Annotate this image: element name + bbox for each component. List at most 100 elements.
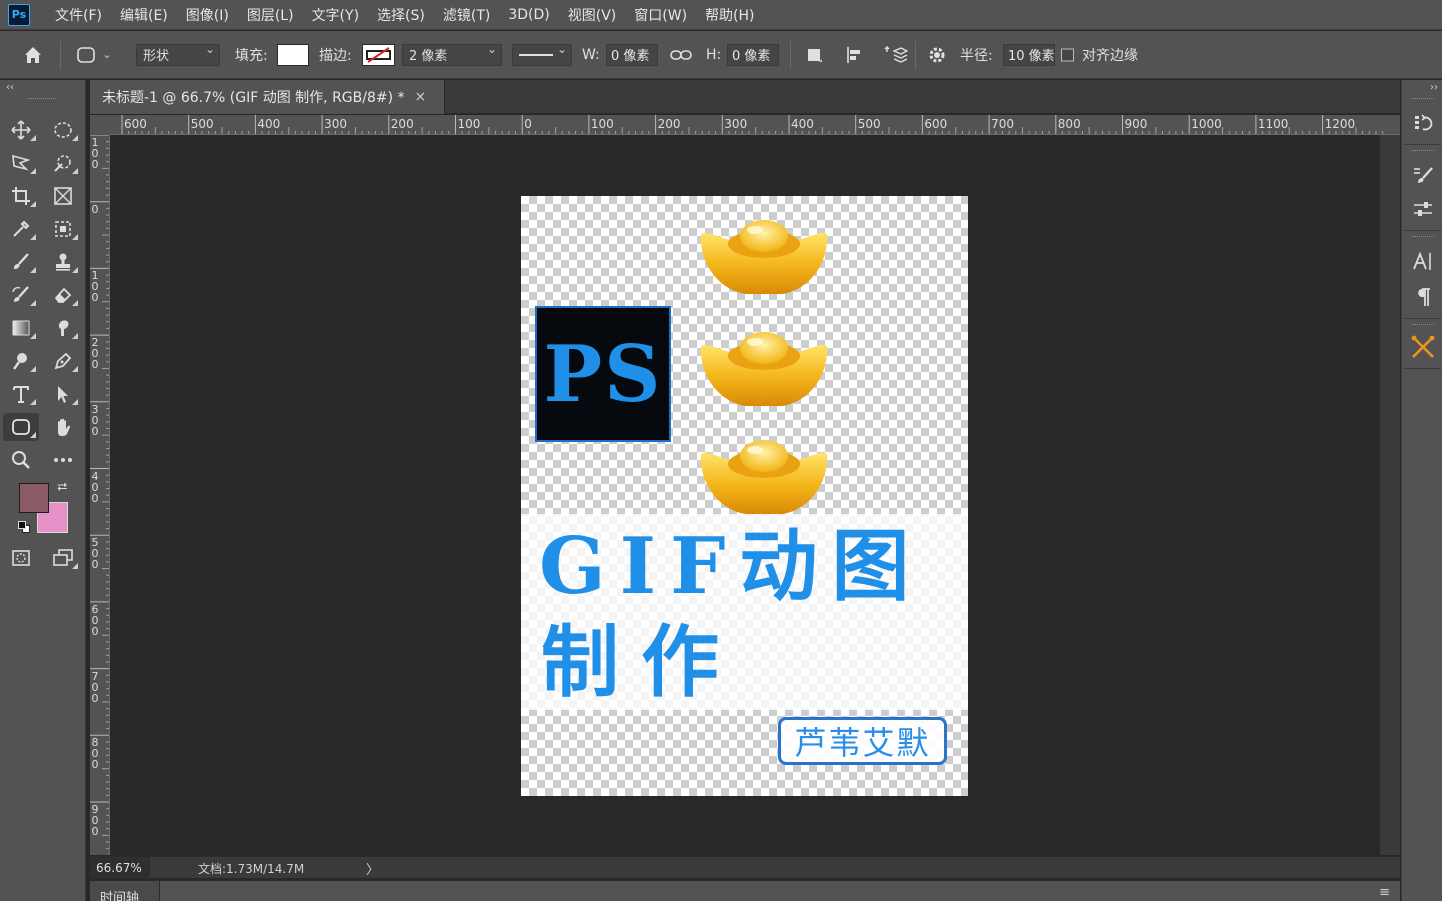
foreground-color-swatch[interactable] <box>19 483 49 513</box>
menu-help[interactable]: 帮助(H) <box>696 5 763 25</box>
ruler-label: 400 <box>91 469 99 505</box>
path-operations-icon[interactable] <box>802 43 826 67</box>
swap-colors-icon[interactable]: ⮂ <box>57 480 67 495</box>
line-style-icon <box>519 53 553 56</box>
eyedropper-icon[interactable] <box>3 215 39 243</box>
stroke-type-select[interactable] <box>512 42 572 66</box>
expand-panels-icon[interactable]: ›› <box>1430 82 1438 93</box>
panel-grip[interactable] <box>1412 236 1434 238</box>
hand-icon[interactable] <box>45 413 81 441</box>
character-panel-icon[interactable] <box>1410 248 1436 274</box>
panel-grip[interactable] <box>1412 150 1434 152</box>
panel-grip[interactable] <box>28 98 56 100</box>
panel-grip[interactable] <box>1412 98 1434 100</box>
timeline-tab[interactable]: 时间轴 <box>90 881 160 901</box>
pen-icon[interactable] <box>45 347 81 375</box>
clone-stamp-icon[interactable] <box>45 248 81 276</box>
zoom-icon[interactable] <box>3 446 39 474</box>
radius-input[interactable]: 10 像素 <box>1003 43 1055 66</box>
align-edges-checkbox[interactable] <box>1061 48 1074 61</box>
crop-icon[interactable] <box>3 182 39 210</box>
ps-logo-text: PS <box>543 328 663 420</box>
tool-presets-icon[interactable] <box>1410 334 1436 360</box>
collapse-panel-icon[interactable]: ‹‹ <box>6 82 14 93</box>
height-input[interactable]: 0 像素 <box>727 43 779 66</box>
history-panel-icon[interactable] <box>1410 110 1436 136</box>
menu-select[interactable]: 选择(S) <box>368 5 434 25</box>
menu-image[interactable]: 图像(I) <box>177 5 238 25</box>
gear-icon[interactable] <box>924 43 950 67</box>
quick-selection-icon[interactable] <box>45 149 81 177</box>
path-arrangement-icon[interactable] <box>882 43 910 67</box>
brush-icon[interactable] <box>3 248 39 276</box>
tool-preset-picker[interactable]: ⌄ <box>72 43 116 67</box>
adjustments-icon[interactable] <box>1410 196 1436 222</box>
ruler-origin[interactable] <box>90 115 110 135</box>
path-selection-icon[interactable] <box>45 380 81 408</box>
ruler-label: 1000 <box>1191 117 1222 131</box>
ruler-label: 800 <box>1057 117 1081 131</box>
vertical-scrollbar[interactable] <box>1380 135 1400 855</box>
more-tools-icon[interactable] <box>45 446 81 474</box>
ruler-label: 0 <box>524 117 532 131</box>
stroke-swatch[interactable] <box>362 43 395 66</box>
status-bar: 66.67% 文档:1.73M/14.7M 〉 <box>90 856 1400 879</box>
separator <box>1404 318 1441 319</box>
smudge-icon[interactable] <box>45 314 81 342</box>
path-alignment-icon[interactable] <box>842 43 868 67</box>
ps-logo-box: PS <box>535 306 671 442</box>
eraser-icon[interactable] <box>45 281 81 309</box>
panel-menu-icon[interactable]: ≡ <box>1379 885 1390 900</box>
rounded-rectangle-tool-icon[interactable] <box>3 413 39 441</box>
menu-edit[interactable]: 编辑(E) <box>111 5 177 25</box>
document-canvas[interactable]: PS GIF动图 制作 芦苇艾默 <box>521 196 968 796</box>
menu-file[interactable]: 文件(F) <box>46 5 111 25</box>
ruler-label: 200 <box>91 336 99 372</box>
ruler-label: 100 <box>457 117 481 131</box>
fill-swatch[interactable] <box>277 43 309 66</box>
quick-mask-icon[interactable] <box>3 544 39 572</box>
ruler-label: 600 <box>124 117 147 131</box>
history-brush-icon[interactable] <box>3 281 39 309</box>
menu-3d[interactable]: 3D(D) <box>499 7 558 23</box>
shape-mode-select[interactable]: 形状 <box>136 42 220 66</box>
width-input[interactable]: 0 像素 <box>606 43 658 66</box>
zoom-level[interactable]: 66.67% <box>90 857 150 879</box>
default-colors-icon[interactable] <box>18 521 30 533</box>
close-icon[interactable]: × <box>415 89 427 105</box>
document-tab[interactable]: 未标题-1 @ 66.7% (GIF 动图 制作, RGB/8#) * × <box>90 80 445 114</box>
frame-tool-icon[interactable] <box>45 182 81 210</box>
screen-mode-icon[interactable] <box>45 544 81 572</box>
ruler-label: 200 <box>657 117 681 131</box>
options-bar: ⌄ 形状 填充: 描边: 2 像素 W: 0 像素 H: 0 像素 半径: 10… <box>0 31 1442 79</box>
ruler-label: 900 <box>91 803 99 838</box>
status-menu-arrow[interactable]: 〉 <box>366 859 379 878</box>
vertical-ruler: 100 0 100 200 300 400 500 600 700 800 900 <box>90 135 110 855</box>
title-line-2: 制作 <box>541 617 742 708</box>
menu-filter[interactable]: 滤镜(T) <box>434 5 499 25</box>
stroke-width-select[interactable]: 2 像素 <box>402 42 502 66</box>
object-selection-icon[interactable] <box>45 215 81 243</box>
stroke-width-value: 2 像素 <box>409 49 448 64</box>
ruler-label: 500 <box>857 117 881 131</box>
separator <box>1404 368 1441 369</box>
menu-type[interactable]: 文字(Y) <box>303 5 368 25</box>
ruler-label: 800 <box>91 736 99 772</box>
move-tool-icon[interactable] <box>3 116 39 144</box>
menu-layer[interactable]: 图层(L) <box>238 5 303 25</box>
timeline-panel: 时间轴 ≡ <box>90 880 1400 901</box>
type-tool-icon[interactable] <box>3 380 39 408</box>
ruler-label: 500 <box>91 536 99 572</box>
elliptical-marquee-icon[interactable] <box>45 116 81 144</box>
home-icon[interactable] <box>20 43 46 67</box>
paragraph-panel-icon[interactable] <box>1410 284 1436 310</box>
dodge-icon[interactable] <box>3 347 39 375</box>
panel-grip[interactable] <box>1412 324 1434 326</box>
link-icon[interactable] <box>668 43 694 67</box>
polygonal-lasso-icon[interactable] <box>3 149 39 177</box>
gold-ingot-image <box>700 440 828 514</box>
gradient-icon[interactable] <box>3 314 39 342</box>
menu-window[interactable]: 窗口(W) <box>625 5 696 25</box>
brush-settings-icon[interactable] <box>1410 162 1436 188</box>
menu-view[interactable]: 视图(V) <box>559 5 626 25</box>
